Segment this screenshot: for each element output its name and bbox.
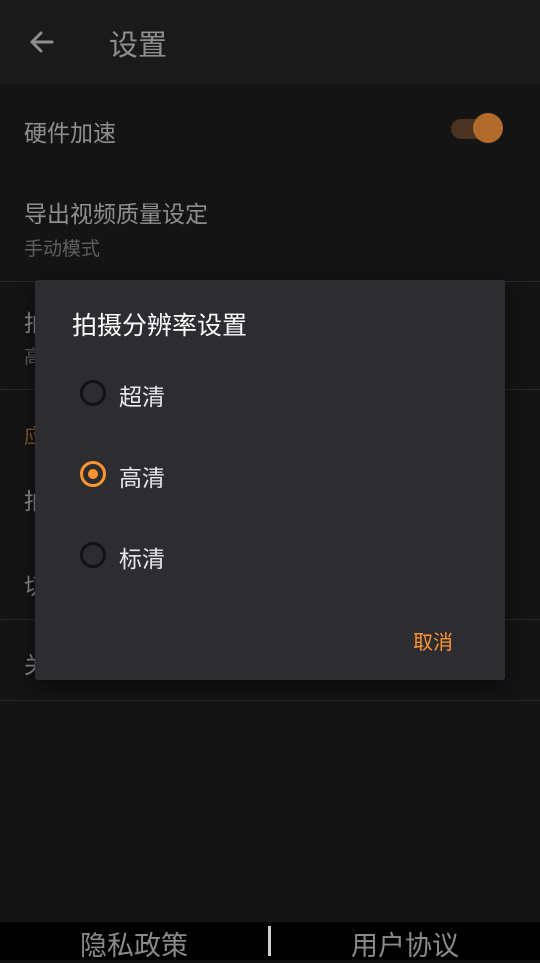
option-ultra-hd[interactable]: 超清	[35, 365, 505, 425]
resolution-dialog: 拍摄分辨率设置 超清 高清 标清 取消	[35, 280, 505, 680]
option-label: 标清	[119, 547, 165, 573]
radio-checked-icon[interactable]	[80, 461, 106, 487]
option-sd[interactable]: 标清	[35, 527, 505, 587]
option-label: 超清	[119, 385, 165, 411]
radio-unchecked-icon[interactable]	[80, 380, 106, 406]
user-agreement-link[interactable]: 用户协议	[351, 924, 459, 963]
footer-divider	[268, 926, 271, 956]
cancel-button[interactable]: 取消	[413, 626, 453, 655]
privacy-policy-link[interactable]: 隐私政策	[80, 924, 188, 963]
radio-dot	[88, 469, 98, 479]
dialog-title: 拍摄分辨率设置	[72, 311, 248, 340]
footer-bar: 隐私政策 用户协议	[0, 922, 540, 963]
radio-unchecked-icon[interactable]	[80, 542, 106, 568]
option-label: 高清	[119, 466, 165, 492]
option-hd[interactable]: 高清	[35, 446, 505, 506]
